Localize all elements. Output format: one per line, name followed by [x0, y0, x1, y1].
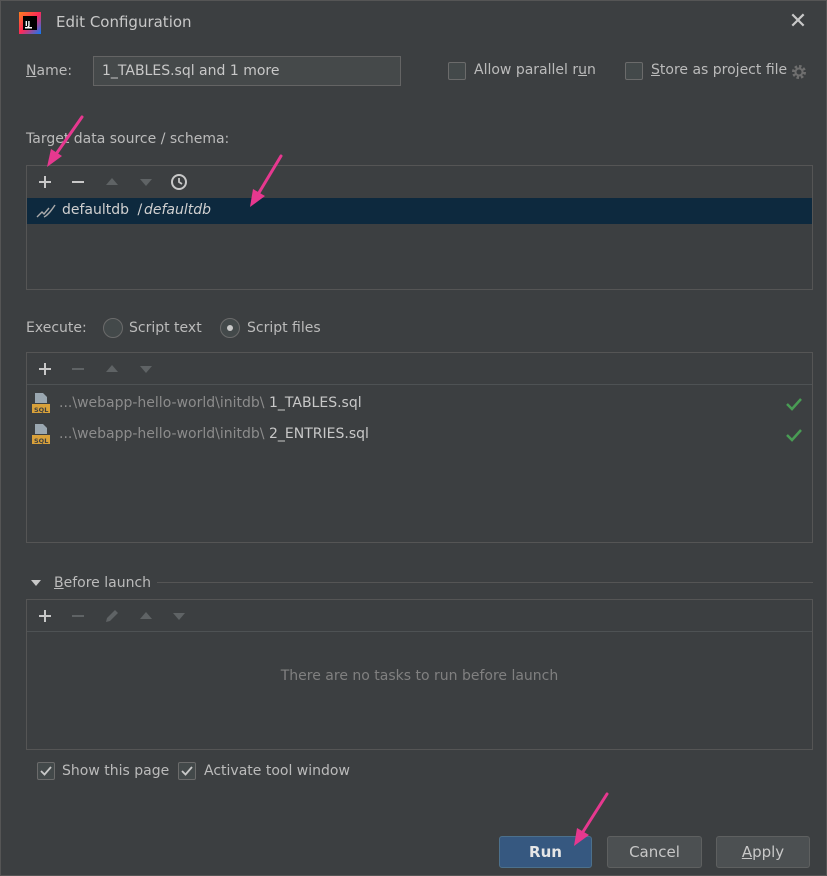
show-this-page-checkbox[interactable]: [37, 762, 55, 780]
activate-tool-window-label[interactable]: Activate tool window: [204, 763, 350, 779]
apply-button[interactable]: Apply: [716, 836, 810, 868]
datasource-row[interactable]: defaultdb / defaultdb: [27, 198, 812, 224]
svg-text:SQL: SQL: [34, 406, 48, 414]
remove-icon[interactable]: [66, 357, 90, 381]
sql-file-icon: SQL: [32, 393, 50, 414]
cancel-button[interactable]: Cancel: [607, 836, 702, 868]
store-as-project-file-label[interactable]: Store as project file: [651, 62, 787, 78]
edit-configuration-dialog: IJ Edit Configuration ✕ Name: 1_TABLES.s…: [0, 0, 827, 876]
before-launch-divider: [157, 582, 813, 583]
svg-text:IJ: IJ: [25, 20, 30, 28]
script-files-panel: SQL ...\webapp-hello-world\initdb\ 1_TAB…: [26, 352, 813, 543]
allow-parallel-run-label[interactable]: Allow parallel run: [474, 62, 596, 78]
name-input[interactable]: 1_TABLES.sql and 1 more: [93, 56, 401, 86]
script-file-row[interactable]: SQL ...\webapp-hello-world\initdb\ 1_TAB…: [27, 391, 812, 417]
script-files-label[interactable]: Script files: [247, 320, 321, 336]
before-launch-toolbar: [27, 600, 812, 632]
script-file-dir: ...\webapp-hello-world\initdb\: [59, 395, 265, 411]
schema-name: defaultdb: [144, 202, 212, 218]
script-file-dir: ...\webapp-hello-world\initdb\: [59, 426, 265, 442]
datasource-icon: [36, 204, 56, 218]
check-icon: [786, 429, 802, 442]
empty-tasks-text: There are no tasks to run before launch: [280, 668, 559, 684]
target-toolbar: [27, 166, 812, 198]
store-as-project-file-checkbox[interactable]: [625, 62, 643, 80]
move-up-icon[interactable]: [100, 357, 124, 381]
move-up-icon[interactable]: [134, 604, 158, 628]
add-icon[interactable]: [33, 604, 57, 628]
show-this-page-label[interactable]: Show this page: [62, 763, 169, 779]
close-icon[interactable]: ✕: [787, 11, 809, 33]
script-file-name: 2_ENTRIES.sql: [269, 426, 369, 442]
move-down-icon[interactable]: [167, 604, 191, 628]
title-bar[interactable]: IJ Edit Configuration ✕: [1, 1, 826, 45]
activate-tool-window-checkbox[interactable]: [178, 762, 196, 780]
execute-label: Execute:: [26, 320, 87, 336]
remove-icon[interactable]: [66, 604, 90, 628]
script-files-radio[interactable]: [220, 318, 240, 338]
check-icon: [786, 398, 802, 411]
edit-pencil-icon[interactable]: [100, 604, 124, 628]
gear-icon[interactable]: [790, 63, 808, 81]
target-datasource-label: Target data source / schema:: [26, 131, 230, 147]
script-text-radio[interactable]: [103, 318, 123, 338]
add-icon[interactable]: [33, 357, 57, 381]
move-up-icon[interactable]: [100, 170, 124, 194]
move-down-icon[interactable]: [134, 357, 158, 381]
clock-icon[interactable]: [167, 170, 191, 194]
datasource-name: defaultdb: [62, 202, 130, 218]
svg-text:SQL: SQL: [34, 437, 48, 445]
before-launch-panel: There are no tasks to run before launch: [26, 599, 813, 750]
allow-parallel-run-checkbox[interactable]: [448, 62, 466, 80]
remove-icon[interactable]: [66, 170, 90, 194]
move-down-icon[interactable]: [134, 170, 158, 194]
script-files-toolbar: [27, 353, 812, 385]
run-button[interactable]: Run: [499, 836, 592, 868]
dialog-title: Edit Configuration: [56, 13, 192, 31]
script-text-label[interactable]: Script text: [129, 320, 202, 336]
intellij-logo-icon: IJ: [19, 12, 41, 34]
collapse-triangle-icon[interactable]: [30, 578, 42, 588]
before-launch-label[interactable]: Before launch: [54, 575, 151, 591]
add-icon[interactable]: [33, 170, 57, 194]
script-file-name: 1_TABLES.sql: [269, 395, 362, 411]
target-datasource-panel: defaultdb / defaultdb: [26, 165, 813, 290]
sql-file-icon: SQL: [32, 424, 50, 445]
script-file-row[interactable]: SQL ...\webapp-hello-world\initdb\ 2_ENT…: [27, 422, 812, 448]
name-label: Name:: [26, 63, 73, 79]
